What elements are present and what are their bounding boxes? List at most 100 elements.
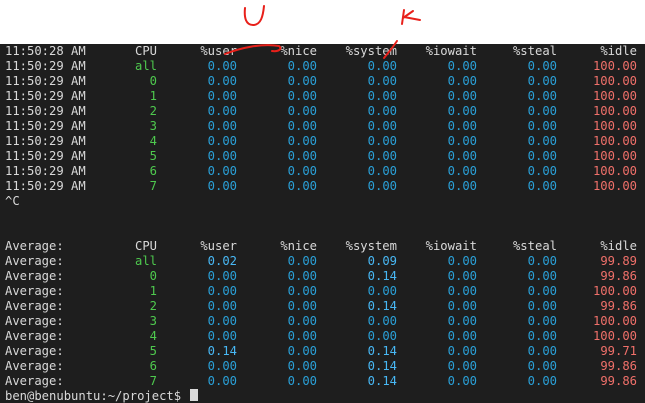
row-system-value: 0.14 (367, 299, 397, 313)
row-iowait-value: 0.00 (447, 119, 477, 133)
row-nice-value: 0.00 (287, 149, 317, 163)
column-header-system: %system (345, 44, 397, 58)
row-idle-value: 100.00 (592, 59, 637, 73)
row-system-value: 0.00 (367, 119, 397, 133)
row-idle-value: 100.00 (592, 104, 637, 118)
column-header-steal: %steal (512, 44, 557, 58)
row-user-value: 0.00 (207, 149, 237, 163)
row-system-value: 0.00 (367, 74, 397, 88)
interrupt-line: ^C (0, 194, 645, 209)
row-iowait-value: 0.00 (447, 149, 477, 163)
shell-prompt-line[interactable]: ben@benubuntu:~/project$ (0, 389, 645, 403)
row-cpu-id: all (134, 59, 157, 73)
row-steal-value: 0.00 (527, 59, 557, 73)
row-steal-value: 0.00 (527, 134, 557, 148)
row-steal-value: 0.00 (527, 314, 557, 328)
row-idle-value: 100.00 (592, 119, 637, 133)
row-system-value: 0.00 (367, 149, 397, 163)
row-iowait-value: 0.00 (447, 299, 477, 313)
row-iowait-value: 0.00 (447, 179, 477, 193)
row-system-value: 0.00 (367, 314, 397, 328)
row-user-value: 0.00 (207, 314, 237, 328)
row-nice-value: 0.00 (287, 119, 317, 133)
average-row: Average: 1 0.00 0.00 0.00 0.00 0.00 100.00 (0, 284, 645, 299)
row-iowait-value: 0.00 (447, 359, 477, 373)
row-timestamp: 11:50:29 AM (5, 119, 86, 133)
row-steal-value: 0.00 (527, 164, 557, 178)
column-header-system: %system (345, 239, 397, 253)
snapshot-header-row: 11:50:28 AM CPU %user %nice %system %iowait %s… (0, 44, 645, 59)
row-idle-value: 100.00 (592, 149, 637, 163)
row-nice-value: 0.00 (287, 104, 317, 118)
column-header-iowait: %iowait (425, 239, 477, 253)
annotation-u-mark (243, 5, 265, 27)
row-cpu-id: all (134, 254, 157, 268)
average-row: Average: 2 0.00 0.00 0.14 0.00 0.00 99.86 (0, 299, 645, 314)
row-timestamp: 11:50:29 AM (5, 134, 86, 148)
row-nice-value: 0.00 (287, 59, 317, 73)
header-label: Average: (5, 239, 64, 253)
row-iowait-value: 0.00 (447, 374, 477, 388)
row-idle-value: 99.71 (600, 344, 637, 358)
terminal-window[interactable]: 11:50:28 AM CPU %user %nice %system %iowait %s… (0, 44, 645, 403)
row-system-value: 0.00 (367, 179, 397, 193)
average-row: Average: 5 0.14 0.00 0.14 0.00 0.00 99.71 (0, 344, 645, 359)
row-user-value: 0.02 (207, 254, 237, 268)
row-system-value: 0.09 (367, 254, 397, 268)
row-steal-value: 0.00 (527, 359, 557, 373)
row-steal-value: 0.00 (527, 104, 557, 118)
row-average-label: Average: (5, 269, 64, 283)
row-average-label: Average: (5, 314, 64, 328)
row-average-label: Average: (5, 344, 64, 358)
snapshot-row: 11:50:29 AM 0 0.00 0.00 0.00 0.00 0.00 100.00 (0, 74, 645, 89)
row-timestamp: 11:50:29 AM (5, 89, 86, 103)
row-average-label: Average: (5, 374, 64, 388)
shell-prompt: ben@benubuntu:~/project$ (5, 389, 199, 403)
row-system-value: 0.14 (367, 344, 397, 358)
row-cpu-id: 1 (149, 89, 157, 103)
row-user-value: 0.00 (207, 119, 237, 133)
row-nice-value: 0.00 (287, 164, 317, 178)
snapshot-row: 11:50:29 AM all 0.00 0.00 0.00 0.00 0.00 100.00 (0, 59, 645, 74)
row-cpu-id: 4 (149, 134, 157, 148)
row-timestamp: 11:50:29 AM (5, 149, 86, 163)
column-header-idle: %idle (600, 239, 637, 253)
snapshot-row: 11:50:29 AM 1 0.00 0.00 0.00 0.00 0.00 100.00 (0, 89, 645, 104)
row-cpu-id: 5 (149, 344, 157, 358)
row-user-value: 0.00 (207, 359, 237, 373)
average-row: Average: all 0.02 0.00 0.09 0.00 0.00 99.89 (0, 254, 645, 269)
snapshot-row: 11:50:29 AM 3 0.00 0.00 0.00 0.00 0.00 100.00 (0, 119, 645, 134)
row-steal-value: 0.00 (527, 119, 557, 133)
row-nice-value: 0.00 (287, 74, 317, 88)
row-steal-value: 0.00 (527, 89, 557, 103)
row-user-value: 0.00 (207, 59, 237, 73)
row-system-value: 0.14 (367, 359, 397, 373)
row-iowait-value: 0.00 (447, 269, 477, 283)
row-steal-value: 0.00 (527, 179, 557, 193)
row-timestamp: 11:50:29 AM (5, 179, 86, 193)
row-steal-value: 0.00 (527, 269, 557, 283)
row-nice-value: 0.00 (287, 344, 317, 358)
row-iowait-value: 0.00 (447, 134, 477, 148)
column-header-nice: %nice (280, 44, 317, 58)
row-cpu-id: 0 (149, 74, 157, 88)
snapshot-row: 11:50:29 AM 2 0.00 0.00 0.00 0.00 0.00 100.00 (0, 104, 645, 119)
row-user-value: 0.00 (207, 329, 237, 343)
row-idle-value: 99.86 (600, 299, 637, 313)
row-iowait-value: 0.00 (447, 164, 477, 178)
snapshot-row: 11:50:29 AM 5 0.00 0.00 0.00 0.00 0.00 100.00 (0, 149, 645, 164)
row-timestamp: 11:50:29 AM (5, 59, 86, 73)
row-user-value: 0.00 (207, 374, 237, 388)
row-idle-value: 100.00 (592, 164, 637, 178)
row-iowait-value: 0.00 (447, 329, 477, 343)
interrupt-text: ^C (5, 194, 20, 208)
row-timestamp: 11:50:29 AM (5, 164, 86, 178)
row-user-value: 0.00 (207, 179, 237, 193)
snapshot-row: 11:50:29 AM 4 0.00 0.00 0.00 0.00 0.00 100.00 (0, 134, 645, 149)
row-idle-value: 100.00 (592, 314, 637, 328)
row-system-value: 0.00 (367, 284, 397, 298)
row-average-label: Average: (5, 284, 64, 298)
row-idle-value: 100.00 (592, 134, 637, 148)
row-user-value: 0.00 (207, 134, 237, 148)
snapshot-row: 11:50:29 AM 7 0.00 0.00 0.00 0.00 0.00 100.00 (0, 179, 645, 194)
